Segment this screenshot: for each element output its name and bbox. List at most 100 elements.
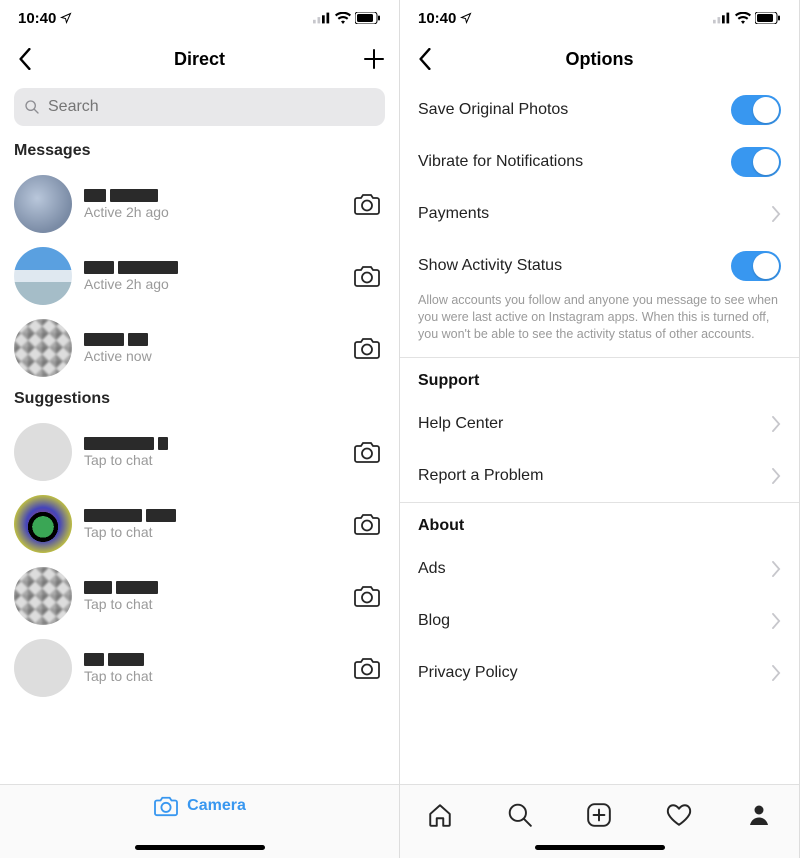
option-vibrate[interactable]: Vibrate for Notifications bbox=[400, 136, 799, 188]
page-title: Options bbox=[566, 49, 634, 70]
suggestion-row[interactable]: Tap to chat bbox=[0, 416, 399, 488]
suggestion-row[interactable]: Tap to chat bbox=[0, 632, 399, 704]
battery-icon bbox=[355, 12, 381, 24]
wifi-icon bbox=[335, 12, 351, 24]
option-label: Report a Problem bbox=[418, 467, 543, 485]
camera-icon bbox=[353, 192, 381, 216]
status-time: 10:40 bbox=[18, 10, 56, 27]
camera-icon bbox=[153, 795, 179, 817]
username-redacted bbox=[84, 261, 337, 274]
option-label: Show Activity Status bbox=[418, 257, 562, 275]
avatar[interactable] bbox=[14, 567, 72, 625]
avatar[interactable] bbox=[14, 319, 72, 377]
location-icon bbox=[460, 12, 472, 24]
heart-icon bbox=[666, 802, 692, 828]
battery-icon bbox=[755, 12, 781, 24]
home-indicator[interactable] bbox=[135, 845, 265, 850]
message-row[interactable]: Active 2h ago bbox=[0, 240, 399, 312]
avatar[interactable] bbox=[14, 639, 72, 697]
toggle-save-photos[interactable] bbox=[731, 95, 781, 125]
option-label: Payments bbox=[418, 205, 489, 223]
camera-button[interactable] bbox=[349, 650, 385, 686]
messages-header: Messages bbox=[0, 136, 399, 168]
option-report-problem[interactable]: Report a Problem bbox=[400, 450, 799, 502]
option-label: Ads bbox=[418, 560, 446, 578]
back-button[interactable] bbox=[0, 36, 50, 82]
chevron-right-icon bbox=[772, 468, 781, 484]
camera-icon bbox=[353, 584, 381, 608]
camera-label: Camera bbox=[187, 797, 246, 815]
camera-icon bbox=[353, 512, 381, 536]
suggestion-sub: Tap to chat bbox=[84, 596, 337, 612]
chevron-left-icon bbox=[18, 48, 32, 70]
back-button[interactable] bbox=[400, 36, 450, 82]
chevron-right-icon bbox=[772, 613, 781, 629]
avatar[interactable] bbox=[14, 495, 72, 553]
open-camera-button[interactable]: Camera bbox=[153, 795, 246, 817]
option-blog[interactable]: Blog bbox=[400, 595, 799, 647]
search-input[interactable] bbox=[48, 98, 375, 116]
tab-home[interactable] bbox=[416, 795, 464, 835]
avatar[interactable] bbox=[14, 175, 72, 233]
option-label: Vibrate for Notifications bbox=[418, 153, 583, 171]
camera-button[interactable] bbox=[349, 506, 385, 542]
camera-button[interactable] bbox=[349, 258, 385, 294]
tab-activity[interactable] bbox=[655, 795, 703, 835]
camera-button[interactable] bbox=[349, 578, 385, 614]
row-body: Tap to chat bbox=[84, 437, 337, 468]
compose-button[interactable] bbox=[349, 36, 399, 82]
activity-description: Allow accounts you follow and anyone you… bbox=[400, 292, 799, 357]
activity-status: Active now bbox=[84, 348, 337, 364]
direct-screen: 10:40 Direct Messages Active 2h ago bbox=[0, 0, 400, 858]
home-indicator[interactable] bbox=[535, 845, 665, 850]
location-icon bbox=[60, 12, 72, 24]
toggle-vibrate[interactable] bbox=[731, 147, 781, 177]
status-time: 10:40 bbox=[418, 10, 456, 27]
chevron-right-icon bbox=[772, 665, 781, 681]
search-icon bbox=[507, 802, 533, 828]
suggestion-row[interactable]: Tap to chat bbox=[0, 560, 399, 632]
option-activity-status[interactable]: Show Activity Status bbox=[400, 240, 799, 292]
camera-button[interactable] bbox=[349, 186, 385, 222]
option-save-photos[interactable]: Save Original Photos bbox=[400, 84, 799, 136]
option-privacy-policy[interactable]: Privacy Policy bbox=[400, 647, 799, 699]
tab-profile[interactable] bbox=[735, 795, 783, 835]
camera-icon bbox=[353, 336, 381, 360]
bottom-bar: Camera bbox=[0, 784, 399, 858]
option-label: Save Original Photos bbox=[418, 101, 568, 119]
nav-bar: Direct bbox=[0, 36, 399, 82]
message-row[interactable]: Active now bbox=[0, 312, 399, 384]
username-redacted bbox=[84, 333, 337, 346]
group-support-header: Support bbox=[400, 358, 799, 398]
search-field[interactable] bbox=[14, 88, 385, 126]
camera-icon bbox=[353, 264, 381, 288]
suggestion-row[interactable]: Tap to chat bbox=[0, 488, 399, 560]
toggle-activity-status[interactable] bbox=[731, 251, 781, 281]
tab-new-post[interactable] bbox=[575, 795, 623, 835]
username-redacted bbox=[84, 581, 337, 594]
search-icon bbox=[24, 99, 40, 115]
username-redacted bbox=[84, 189, 337, 202]
option-label: Blog bbox=[418, 612, 450, 630]
username-redacted bbox=[84, 509, 337, 522]
camera-button[interactable] bbox=[349, 330, 385, 366]
home-icon bbox=[427, 802, 453, 828]
option-payments[interactable]: Payments bbox=[400, 188, 799, 240]
message-row[interactable]: Active 2h ago bbox=[0, 168, 399, 240]
options-screen: 10:40 Options Save Original Photos Vibra… bbox=[400, 0, 800, 858]
suggestions-header: Suggestions bbox=[0, 384, 399, 416]
camera-button[interactable] bbox=[349, 434, 385, 470]
tab-search[interactable] bbox=[496, 795, 544, 835]
nav-bar: Options bbox=[400, 36, 799, 82]
option-ads[interactable]: Ads bbox=[400, 543, 799, 595]
tab-bar bbox=[400, 784, 799, 858]
row-body: Tap to chat bbox=[84, 653, 337, 684]
option-label: Privacy Policy bbox=[418, 664, 518, 682]
row-body: Active 2h ago bbox=[84, 189, 337, 220]
options-list: Save Original Photos Vibrate for Notific… bbox=[400, 82, 799, 784]
activity-status: Active 2h ago bbox=[84, 276, 337, 292]
option-help-center[interactable]: Help Center bbox=[400, 398, 799, 450]
avatar[interactable] bbox=[14, 423, 72, 481]
group-about-header: About bbox=[400, 503, 799, 543]
avatar[interactable] bbox=[14, 247, 72, 305]
